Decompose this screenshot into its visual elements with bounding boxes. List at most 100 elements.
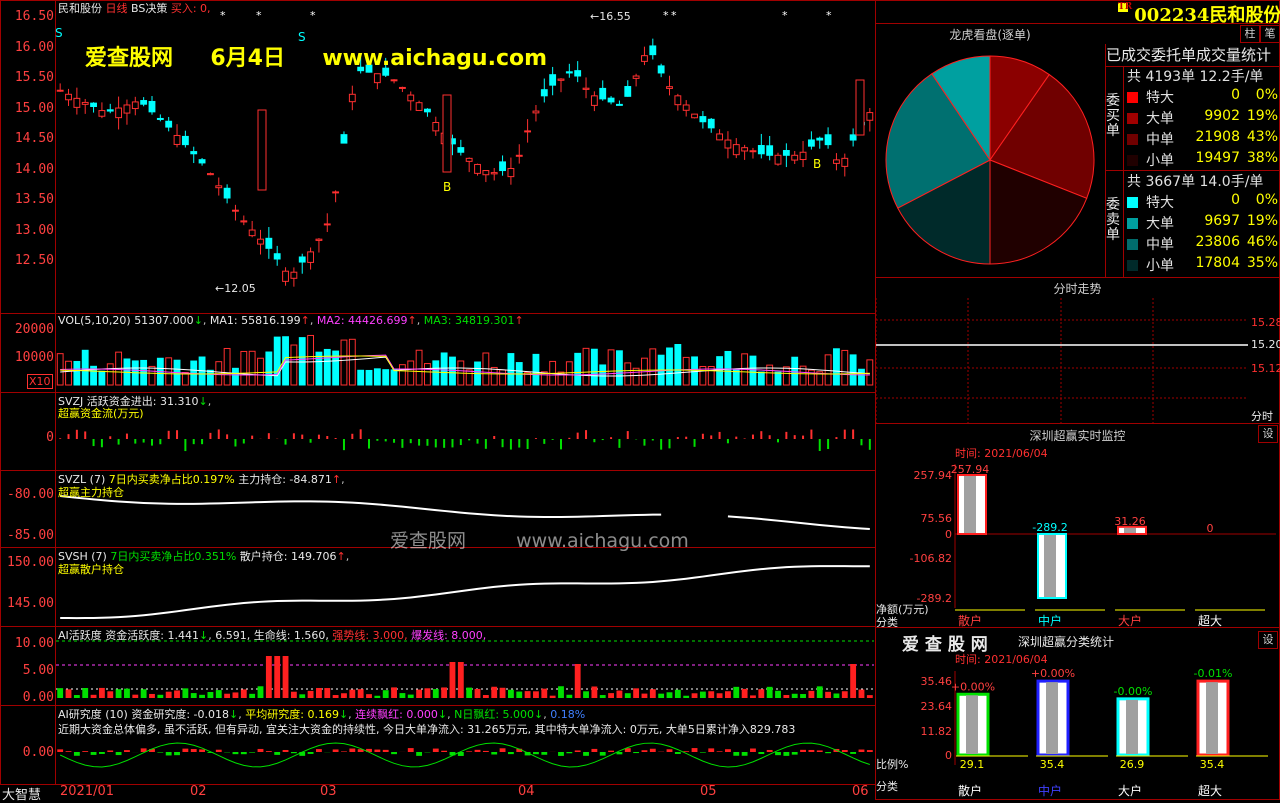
ai-activity-bar [817,686,823,698]
ai-research-bar [433,749,439,752]
low-price-label: ←12.05 [215,282,256,295]
ai-activity-bar [750,695,756,698]
volume-bar [82,350,88,385]
stats-swatch [1127,134,1138,145]
candle-body [283,271,289,281]
stats-swatch [1127,197,1138,208]
candle-body [316,239,322,240]
realtime-axis-tick: 0 [945,528,952,541]
ai-axis-5: 5.00 [0,663,54,678]
volume-bar [867,360,873,385]
intraday-title[interactable]: 分时走势 [875,280,1280,297]
candle-body [166,121,172,127]
ai-activity-bar [500,688,506,698]
ai-activity-bar [333,695,339,698]
ai-activity-bar [141,689,147,698]
ai-research-bar [675,752,681,754]
price-axis-tick: 14.00 [0,162,54,177]
price-axis-tick: 13.50 [0,192,54,207]
star-marker: * [671,9,677,22]
stats-swatch [1127,92,1138,103]
intraday-chart[interactable] [876,298,1248,423]
realtime-settings-button[interactable]: 设 [1258,425,1278,443]
volume-bar [274,337,280,385]
svzl-value: 主力持仓: -84.871 [238,473,332,486]
ai-research-bar [266,751,272,752]
stats-pct: 0% [1242,192,1278,208]
ai-activity-bar [600,695,606,698]
candle-body [850,135,856,140]
ai-activity-bar [650,689,656,698]
realtime-net-chart: 257.9475.560-106.82-289.2257.94-289.231.… [876,458,1279,628]
software-brand: 大智慧 [2,784,41,803]
column-view-button[interactable]: 柱 [1240,25,1260,43]
ai-axis-0: 0.00 [0,690,54,705]
ai-activity-bar [124,689,130,698]
ai-research-name[interactable]: AI研究度 (10) [58,708,128,721]
classification-category: 大户 [1118,783,1142,798]
ai-research-bar [258,749,264,752]
classification-category: 中户 [1038,783,1062,798]
vol-indicator-name[interactable]: VOL(5,10,20) [58,314,131,327]
ai-research-bar [650,749,656,752]
vol-axis-20000: 20000 [0,322,54,337]
classification-bottom-label: 29.1 [960,758,985,771]
ai-activity-name[interactable]: AI活跃度 [58,629,102,642]
ai-research-bar [700,752,706,753]
svsh-value: 散户持仓: 149.706 [240,550,337,563]
tick-view-button[interactable]: 笔 [1260,25,1280,43]
dragon-tiger-title: 龙虎看盘(逐单) [875,26,1105,43]
ai-activity-bar [850,664,856,698]
stats-total: 共 3667单 14.0手/单 [1127,171,1263,191]
candle-body [725,140,731,148]
ai-activity-bar [675,690,681,698]
volume-header: VOL(5,10,20) 51307.000↓, MA1: 55816.199↑… [58,314,524,327]
svsh-axis-145: 145.00 [0,596,54,611]
candle-body [224,188,230,198]
ai-research-header: AI研究度 (10) 资金研究度: -0.018↓, 平均研究度: 0.169↓… [58,706,585,722]
stats-count: 0 [1190,192,1240,208]
candle-body [533,111,539,113]
volume-bar [299,338,305,385]
price-axis-tick: 15.00 [0,101,54,116]
ai-research-bar [283,750,289,752]
large-candle [443,95,451,172]
classification-top-label: -0.01% [1194,667,1233,680]
vol-ma2: MA2: 44426.699 [317,314,408,327]
strategy-label[interactable]: BS决策 [131,2,167,15]
realtime-category: 中户 [1038,613,1062,628]
ai-research-bar [475,750,481,752]
candle-body [591,96,597,106]
ai-research-bar [199,749,205,752]
period-label[interactable]: 日线 [106,2,128,15]
ai-activity-bar [149,694,155,698]
ai-activity-bar [733,687,739,698]
ai-research-bar [57,749,63,752]
volume-bar [834,349,840,385]
ai-research-bar [717,751,723,752]
candle-body [767,146,773,156]
volume-bar [374,369,380,385]
candle-body [182,136,188,144]
classification-bottom-label: 35.4 [1200,758,1225,771]
ai-activity-bar [324,688,330,698]
ai-activity-bar [258,686,264,698]
classification-axis-tick: 0 [945,749,952,762]
ai-research-bar [608,751,614,752]
classification-axis-tick: 11.82 [921,725,953,738]
ai-activity-bar [466,688,472,698]
ai-activity-bar [742,689,748,698]
volume-bar [783,367,789,385]
volume-bar [316,352,322,385]
ai-activity-bar [825,692,831,698]
classification-chart: 35.4623.6411.820+0.00%29.1+0.00%35.4-0.0… [876,665,1279,799]
volume-bar [224,348,230,385]
classification-settings-button[interactable]: 设 [1258,631,1278,649]
candle-body [425,109,431,112]
ai-activity-bar [566,695,572,698]
volume-bar [758,372,764,385]
ai-research-bar [74,752,80,756]
volume-bar [491,367,497,385]
ai-activity-value2: 6.591, [215,629,250,642]
ai-activity-bar [441,687,447,698]
